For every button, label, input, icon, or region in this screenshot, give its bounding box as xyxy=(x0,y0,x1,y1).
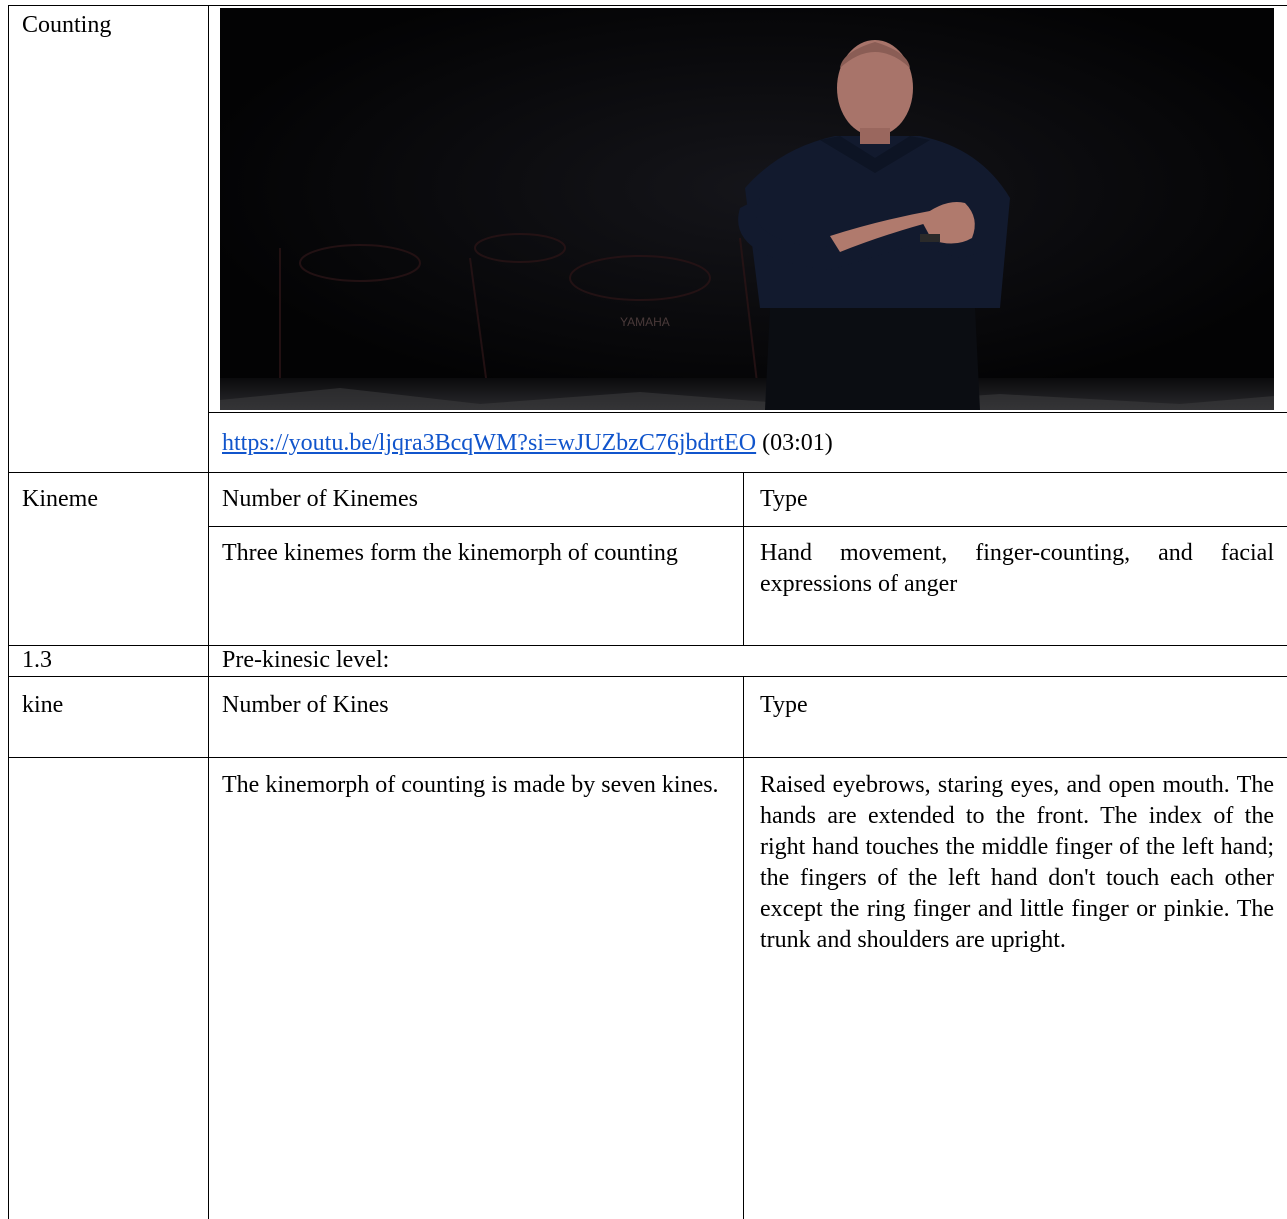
kineme-column-divider xyxy=(743,472,744,645)
section-title: Pre-kinesic level: xyxy=(222,647,390,673)
youtube-video-link[interactable]: https://youtu.be/ljqra3BcqWM?si=wJUZbzC7… xyxy=(222,430,756,456)
kine-header-divider xyxy=(8,757,1287,758)
kineme-number-header: Number of Kinemes xyxy=(222,486,418,512)
kine-type-value: Raised eyebrows, staring eyes, and open … xyxy=(760,772,1274,953)
kineme-type-header: Type xyxy=(760,486,808,512)
video-still: YAMAHA xyxy=(220,8,1274,410)
kine-number-value: The kinemorph of counting is made by sev… xyxy=(222,772,719,798)
video-link-line: https://youtu.be/ljqra3BcqWM?si=wJUZbzC7… xyxy=(222,428,833,459)
kineme-type-value: Hand movement, finger-counting, and faci… xyxy=(760,540,1274,597)
row-label-kine: kine xyxy=(22,692,64,718)
table-left-border xyxy=(8,5,9,1219)
video-timestamp: (03:01) xyxy=(762,430,833,456)
row-divider-section xyxy=(8,645,1287,646)
section-number: 1.3 xyxy=(22,647,52,673)
video-link-divider xyxy=(208,412,1287,413)
kineme-number-value: Three kinemes form the kinemorph of coun… xyxy=(222,540,678,566)
table-top-border xyxy=(8,5,1287,6)
label-column-divider xyxy=(208,5,209,1219)
kineme-header-divider xyxy=(208,526,1287,527)
row-divider-kineme xyxy=(8,472,1287,473)
kine-number-header: Number of Kines xyxy=(222,692,389,718)
row-label-counting: Counting xyxy=(22,12,112,38)
stage-logo: YAMAHA xyxy=(620,315,670,329)
row-divider-kine xyxy=(8,676,1287,677)
kine-type-header: Type xyxy=(760,692,808,718)
row-label-kineme: Kineme xyxy=(22,486,98,512)
